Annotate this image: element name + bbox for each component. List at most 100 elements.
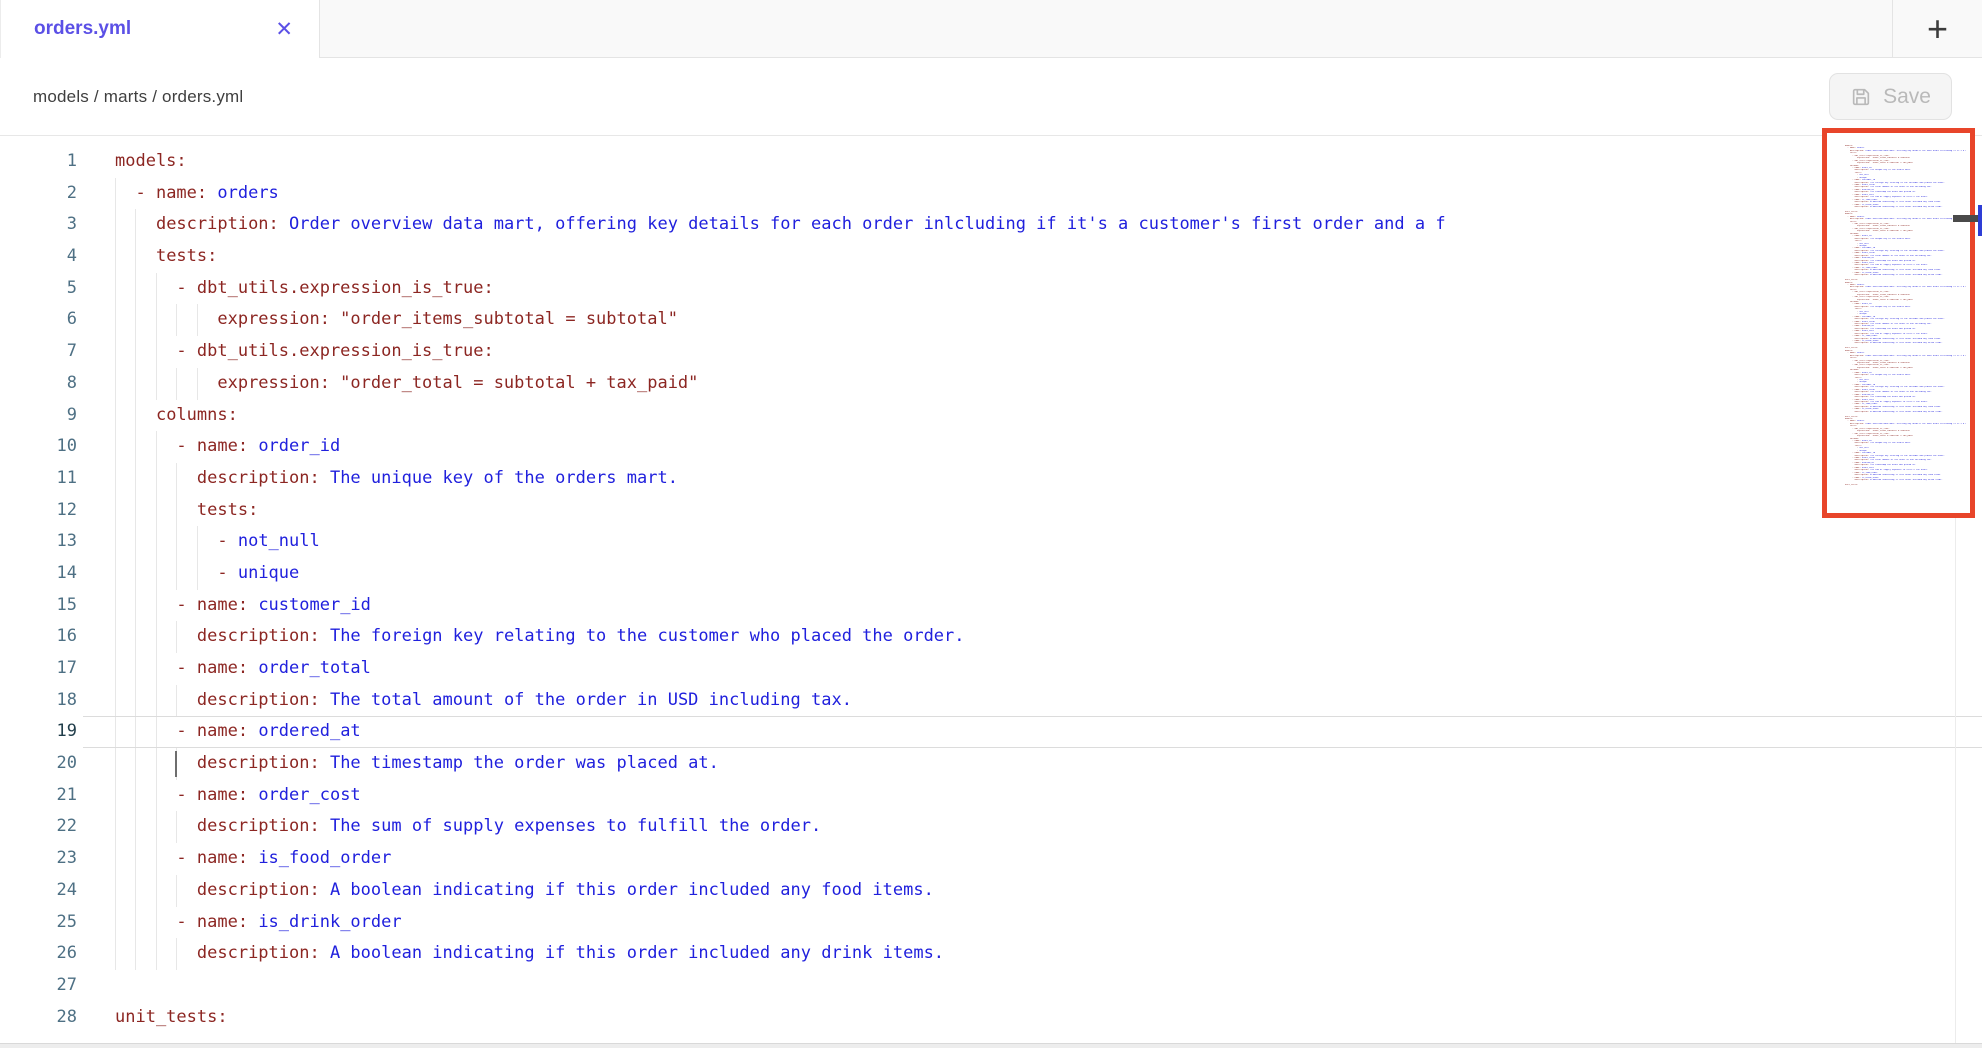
code-line[interactable]: 19 - name: ordered_at	[0, 716, 1982, 748]
code-line[interactable]: 2 - name: orders	[0, 178, 1982, 210]
code-line[interactable]: 27	[0, 970, 1982, 1002]
indent-guide-icon	[135, 400, 136, 432]
code-line[interactable]: 3 description: Order overview data mart,…	[0, 209, 1982, 241]
line-number[interactable]: 8	[0, 368, 83, 400]
code-line-content: - name: is_drink_order	[83, 907, 1982, 939]
code-text: - not_null	[115, 531, 320, 551]
code-line-content: description: Order overview data mart, o…	[83, 209, 1982, 241]
indent-guide-icon	[176, 558, 177, 590]
indent-guide-icon	[156, 843, 157, 875]
code-line[interactable]: 8 expression: "order_total = subtotal + …	[0, 368, 1982, 400]
line-number[interactable]: 11	[0, 463, 83, 495]
line-number[interactable]: 15	[0, 590, 83, 622]
ide-window: orders.yml ✕ + models / marts / orders.y…	[0, 0, 1982, 1048]
indent-guide-icon	[115, 400, 116, 432]
code-line[interactable]: 10 - name: order_id	[0, 431, 1982, 463]
code-line-content: description: The foreign key relating to…	[83, 621, 1982, 653]
code-editor[interactable]: 1models:2 - name: orders3 description: O…	[0, 136, 1982, 1048]
code-line[interactable]: 22 description: The sum of supply expens…	[0, 811, 1982, 843]
code-line[interactable]: 16 description: The foreign key relating…	[0, 621, 1982, 653]
code-line[interactable]: 20 description: The timestamp the order …	[0, 748, 1982, 780]
code-line[interactable]: 18 description: The total amount of the …	[0, 685, 1982, 717]
code-text: - name: ordered_at	[115, 721, 361, 741]
line-number[interactable]: 4	[0, 241, 83, 273]
indent-guide-icon	[176, 621, 177, 653]
indent-guide-icon	[135, 336, 136, 368]
code-line[interactable]: 7 - dbt_utils.expression_is_true:	[0, 336, 1982, 368]
indent-guide-icon	[135, 431, 136, 463]
line-number[interactable]: 27	[0, 970, 83, 1002]
code-line[interactable]: 26 description: A boolean indicating if …	[0, 938, 1982, 970]
indent-guide-icon	[156, 273, 157, 305]
line-number[interactable]: 23	[0, 843, 83, 875]
line-number[interactable]: 22	[0, 811, 83, 843]
line-number[interactable]: 5	[0, 273, 83, 305]
code-line[interactable]: 13 - not_null	[0, 526, 1982, 558]
line-number[interactable]: 24	[0, 875, 83, 907]
code-line[interactable]: 6 expression: "order_items_subtotal = su…	[0, 304, 1982, 336]
code-line-content: - name: order_cost	[83, 780, 1982, 812]
minimap-highlight-box[interactable]: models: - name: orders description: Orde…	[1822, 128, 1975, 518]
line-number[interactable]: 12	[0, 495, 83, 527]
line-number[interactable]: 19	[0, 716, 83, 748]
tab-bar: orders.yml ✕ +	[0, 0, 1982, 58]
pane-resize-handle[interactable]	[1953, 215, 1978, 222]
code-line[interactable]: 21 - name: order_cost	[0, 780, 1982, 812]
tab-orders-yml[interactable]: orders.yml ✕	[0, 0, 320, 58]
code-line-content: - name: order_id	[83, 431, 1982, 463]
new-tab-button[interactable]: +	[1892, 0, 1982, 58]
indent-guide-icon	[156, 717, 157, 747]
indent-guide-icon	[115, 241, 116, 273]
code-line[interactable]: 28unit_tests:	[0, 1002, 1982, 1034]
line-number[interactable]: 26	[0, 938, 83, 970]
line-number[interactable]: 2	[0, 178, 83, 210]
indent-guide-icon	[135, 780, 136, 812]
indent-guide-icon	[135, 241, 136, 273]
line-number[interactable]: 7	[0, 336, 83, 368]
line-number[interactable]: 18	[0, 685, 83, 717]
plus-icon: +	[1927, 11, 1948, 47]
code-line[interactable]: 25 - name: is_drink_order	[0, 907, 1982, 939]
indent-guide-icon	[156, 495, 157, 527]
close-icon[interactable]: ✕	[275, 19, 293, 40]
code-line[interactable]: 5 - dbt_utils.expression_is_true:	[0, 273, 1982, 305]
code-text: tests:	[115, 246, 217, 266]
indent-guide-icon	[115, 938, 116, 970]
line-number[interactable]: 14	[0, 558, 83, 590]
code-line[interactable]: 24 description: A boolean indicating if …	[0, 875, 1982, 907]
line-number[interactable]: 25	[0, 907, 83, 939]
line-number[interactable]: 6	[0, 304, 83, 336]
line-number[interactable]: 3	[0, 209, 83, 241]
tab-label: orders.yml	[34, 18, 131, 40]
indent-guide-icon	[156, 336, 157, 368]
code-line[interactable]: 14 - unique	[0, 558, 1982, 590]
line-number[interactable]: 9	[0, 400, 83, 432]
code-text: description: The unique key of the order…	[115, 468, 678, 488]
indent-guide-icon	[135, 717, 136, 747]
code-text: description: The foreign key relating to…	[115, 626, 965, 646]
minimap[interactable]: models: - name: orders description: Orde…	[1827, 133, 1970, 513]
line-number[interactable]: 1	[0, 146, 83, 178]
code-line[interactable]: 1models:	[0, 146, 1982, 178]
indent-guide-icon	[176, 304, 177, 336]
code-line[interactable]: 12 tests:	[0, 495, 1982, 527]
line-number[interactable]: 20	[0, 748, 83, 780]
code-line[interactable]: 17 - name: order_total	[0, 653, 1982, 685]
code-line[interactable]: 11 description: The unique key of the or…	[0, 463, 1982, 495]
line-number[interactable]: 10	[0, 431, 83, 463]
line-number[interactable]: 17	[0, 653, 83, 685]
line-number[interactable]: 16	[0, 621, 83, 653]
save-button[interactable]: Save	[1829, 73, 1952, 120]
code-line[interactable]: 23 - name: is_food_order	[0, 843, 1982, 875]
code-line-content: description: The timestamp the order was…	[83, 748, 1982, 780]
indent-guide-icon	[135, 811, 136, 843]
code-line-content: description: A boolean indicating if thi…	[83, 938, 1982, 970]
save-button-label: Save	[1883, 85, 1931, 109]
indent-guide-icon	[156, 875, 157, 907]
line-number[interactable]: 13	[0, 526, 83, 558]
code-line[interactable]: 15 - name: customer_id	[0, 590, 1982, 622]
code-line[interactable]: 9 columns:	[0, 400, 1982, 432]
line-number[interactable]: 28	[0, 1002, 83, 1034]
code-line[interactable]: 4 tests:	[0, 241, 1982, 273]
line-number[interactable]: 21	[0, 780, 83, 812]
